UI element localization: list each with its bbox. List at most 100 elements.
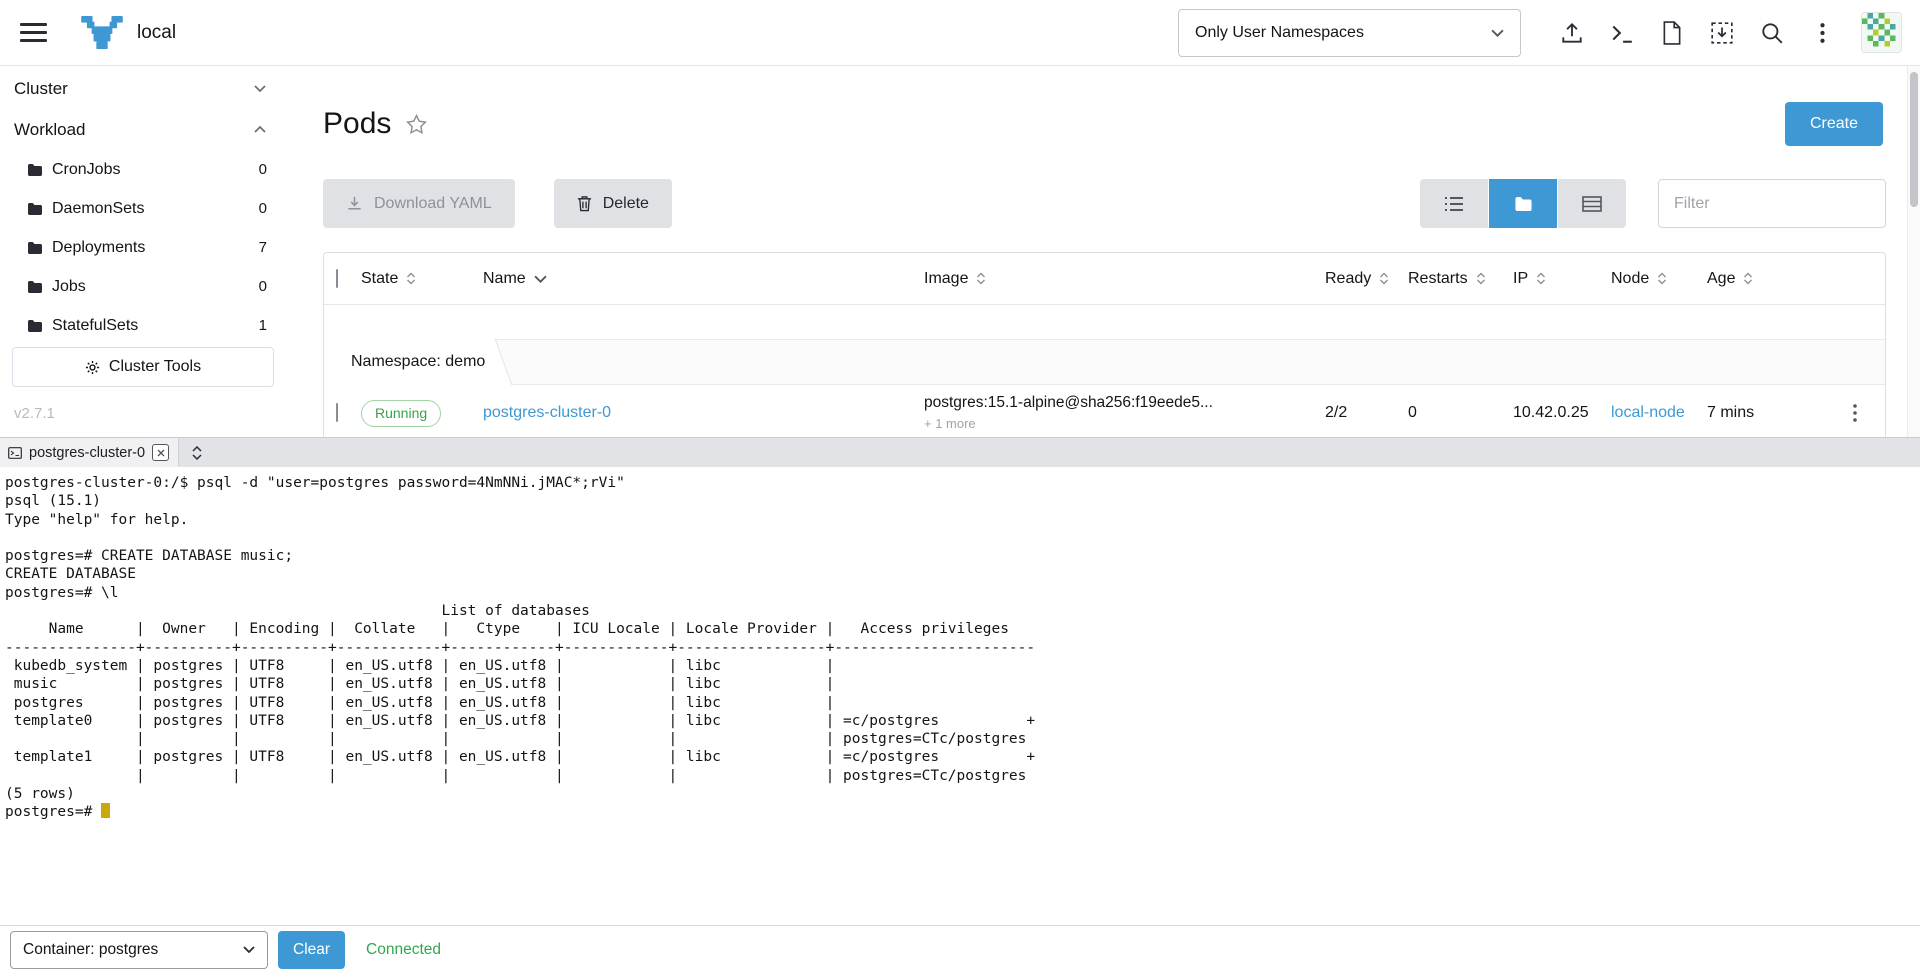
sidebar-item-jobs[interactable]: Jobs 0 (0, 267, 312, 306)
avatar-identicon (1862, 13, 1901, 52)
age-cell: 7 mins (1707, 404, 1824, 422)
terminal-prompt: postgres=# (5, 804, 101, 820)
folder-icon (27, 163, 43, 176)
sidebar-item-label: DaemonSets (52, 200, 145, 218)
page-scrollbar[interactable] (1907, 66, 1920, 438)
image-more-label: + 1 more (924, 416, 1325, 432)
sidebar-item-count: 0 (259, 161, 267, 178)
delete-button[interactable]: Delete (554, 179, 672, 228)
kebab-menu-icon[interactable] (1797, 13, 1847, 53)
download-yaml-button[interactable]: Download YAML (323, 179, 515, 228)
sidebar-section-workload[interactable]: Workload (0, 109, 312, 150)
close-icon[interactable] (152, 444, 169, 461)
column-header-label: Restarts (1408, 270, 1468, 288)
terminal-tab-icon (8, 447, 22, 459)
grouped-view-toggle[interactable] (1489, 179, 1557, 228)
container-select-value: Container: postgres (23, 941, 158, 959)
sidebar-item-cronjobs[interactable]: CronJobs 0 (0, 150, 312, 189)
pod-name-link[interactable]: postgres-cluster-0 (483, 404, 611, 421)
view-toggle-group (1420, 179, 1626, 228)
folder-icon (27, 319, 43, 332)
version-label: v2.7.1 (14, 405, 312, 422)
row-actions-kebab-icon[interactable] (1824, 404, 1885, 422)
chevron-down-icon (1491, 29, 1504, 37)
column-header-restarts[interactable]: Restarts (1408, 270, 1513, 288)
namespace-filter-dropdown[interactable]: Only User Namespaces (1178, 9, 1521, 57)
list-view-toggle[interactable] (1420, 179, 1488, 228)
sidebar-section-label: Workload (14, 120, 86, 140)
menu-icon[interactable] (20, 23, 47, 42)
namespace-filter-value: Only User Namespaces (1195, 24, 1364, 42)
ready-cell: 2/2 (1325, 404, 1408, 422)
sidebar-item-count: 0 (259, 200, 267, 217)
column-header-name[interactable]: Name (483, 270, 924, 288)
upload-icon[interactable] (1547, 13, 1597, 53)
header-right: Only User Namespaces (1178, 9, 1902, 57)
sidebar-item-daemonsets[interactable]: DaemonSets 0 (0, 189, 312, 228)
table-row[interactable]: Running postgres-cluster-0 postgres:15.1… (324, 385, 1885, 439)
cluster-tools-button[interactable]: Cluster Tools (12, 347, 274, 387)
flat-view-toggle[interactable] (1558, 179, 1626, 228)
pods-table: State Name Image Ready Restarts (323, 252, 1886, 439)
node-link[interactable]: local-node (1611, 404, 1685, 421)
column-header-ready[interactable]: Ready (1325, 270, 1408, 288)
terminal-cursor (101, 803, 110, 818)
filter-input[interactable] (1658, 179, 1886, 228)
search-icon[interactable] (1747, 13, 1797, 53)
container-select[interactable]: Container: postgres (10, 931, 268, 969)
sidebar-item-deployments[interactable]: Deployments 7 (0, 228, 312, 267)
clear-button[interactable]: Clear (278, 931, 345, 969)
scrollbar-thumb[interactable] (1910, 72, 1918, 207)
import-yaml-icon[interactable] (1697, 13, 1747, 53)
rancher-logo-icon (81, 16, 123, 50)
folder-icon (27, 202, 43, 215)
terminal-tab[interactable]: postgres-cluster-0 (0, 438, 179, 467)
column-header-label: Node (1611, 270, 1649, 288)
folder-icon (27, 241, 43, 254)
table-spacer (324, 305, 1885, 339)
chevron-down-icon (254, 85, 266, 92)
sort-desc-icon (534, 275, 547, 283)
file-icon[interactable] (1647, 13, 1697, 53)
column-header-age[interactable]: Age (1707, 270, 1824, 288)
top-header: local Only User Namespaces (0, 0, 1920, 66)
sidebar-section-cluster[interactable]: Cluster (0, 68, 312, 109)
create-button[interactable]: Create (1785, 102, 1883, 146)
table-header-row: State Name Image Ready Restarts (324, 253, 1885, 305)
cluster-name: local (137, 22, 176, 44)
column-header-state[interactable]: State (361, 270, 483, 288)
create-button-label: Create (1810, 115, 1858, 133)
sidebar-item-statefulsets[interactable]: StatefulSets 1 (0, 306, 312, 345)
sidebar-item-label: StatefulSets (52, 317, 138, 335)
folder-icon (27, 280, 43, 293)
rancher-logo[interactable] (81, 16, 123, 50)
sidebar-item-count: 1 (259, 317, 267, 334)
restarts-cell: 0 (1408, 404, 1513, 422)
terminal-resize-handle[interactable] (179, 438, 215, 467)
column-header-label: Age (1707, 270, 1735, 288)
row-checkbox[interactable] (336, 403, 338, 422)
sidebar-item-count: 0 (259, 278, 267, 295)
app-root: local Only User Namespaces (0, 0, 1920, 973)
terminal-output[interactable]: postgres-cluster-0:/$ psql -d "user=post… (0, 467, 1920, 925)
sort-icon (1657, 272, 1667, 285)
column-header-node[interactable]: Node (1611, 270, 1707, 288)
list-view-icon (1444, 196, 1464, 212)
column-header-image[interactable]: Image (924, 270, 1325, 288)
namespace-group-label: Namespace: demo (351, 353, 485, 371)
terminal-prompt-line: postgres=# (5, 803, 1920, 821)
sidebar-item-label: Deployments (52, 239, 145, 257)
cluster-tools-label: Cluster Tools (109, 358, 201, 376)
sort-icon (1379, 272, 1389, 285)
delete-label: Delete (603, 195, 649, 213)
column-header-label: Ready (1325, 270, 1371, 288)
user-avatar[interactable] (1861, 12, 1902, 53)
favorite-star-icon[interactable] (406, 114, 427, 134)
select-all-checkbox[interactable] (336, 269, 338, 288)
sort-icon (976, 272, 986, 285)
kubectl-shell-icon[interactable] (1597, 13, 1647, 53)
sort-icon (1536, 272, 1546, 285)
status-badge: Running (361, 400, 441, 427)
column-header-ip[interactable]: IP (1513, 270, 1611, 288)
column-header-label: Image (924, 270, 968, 288)
